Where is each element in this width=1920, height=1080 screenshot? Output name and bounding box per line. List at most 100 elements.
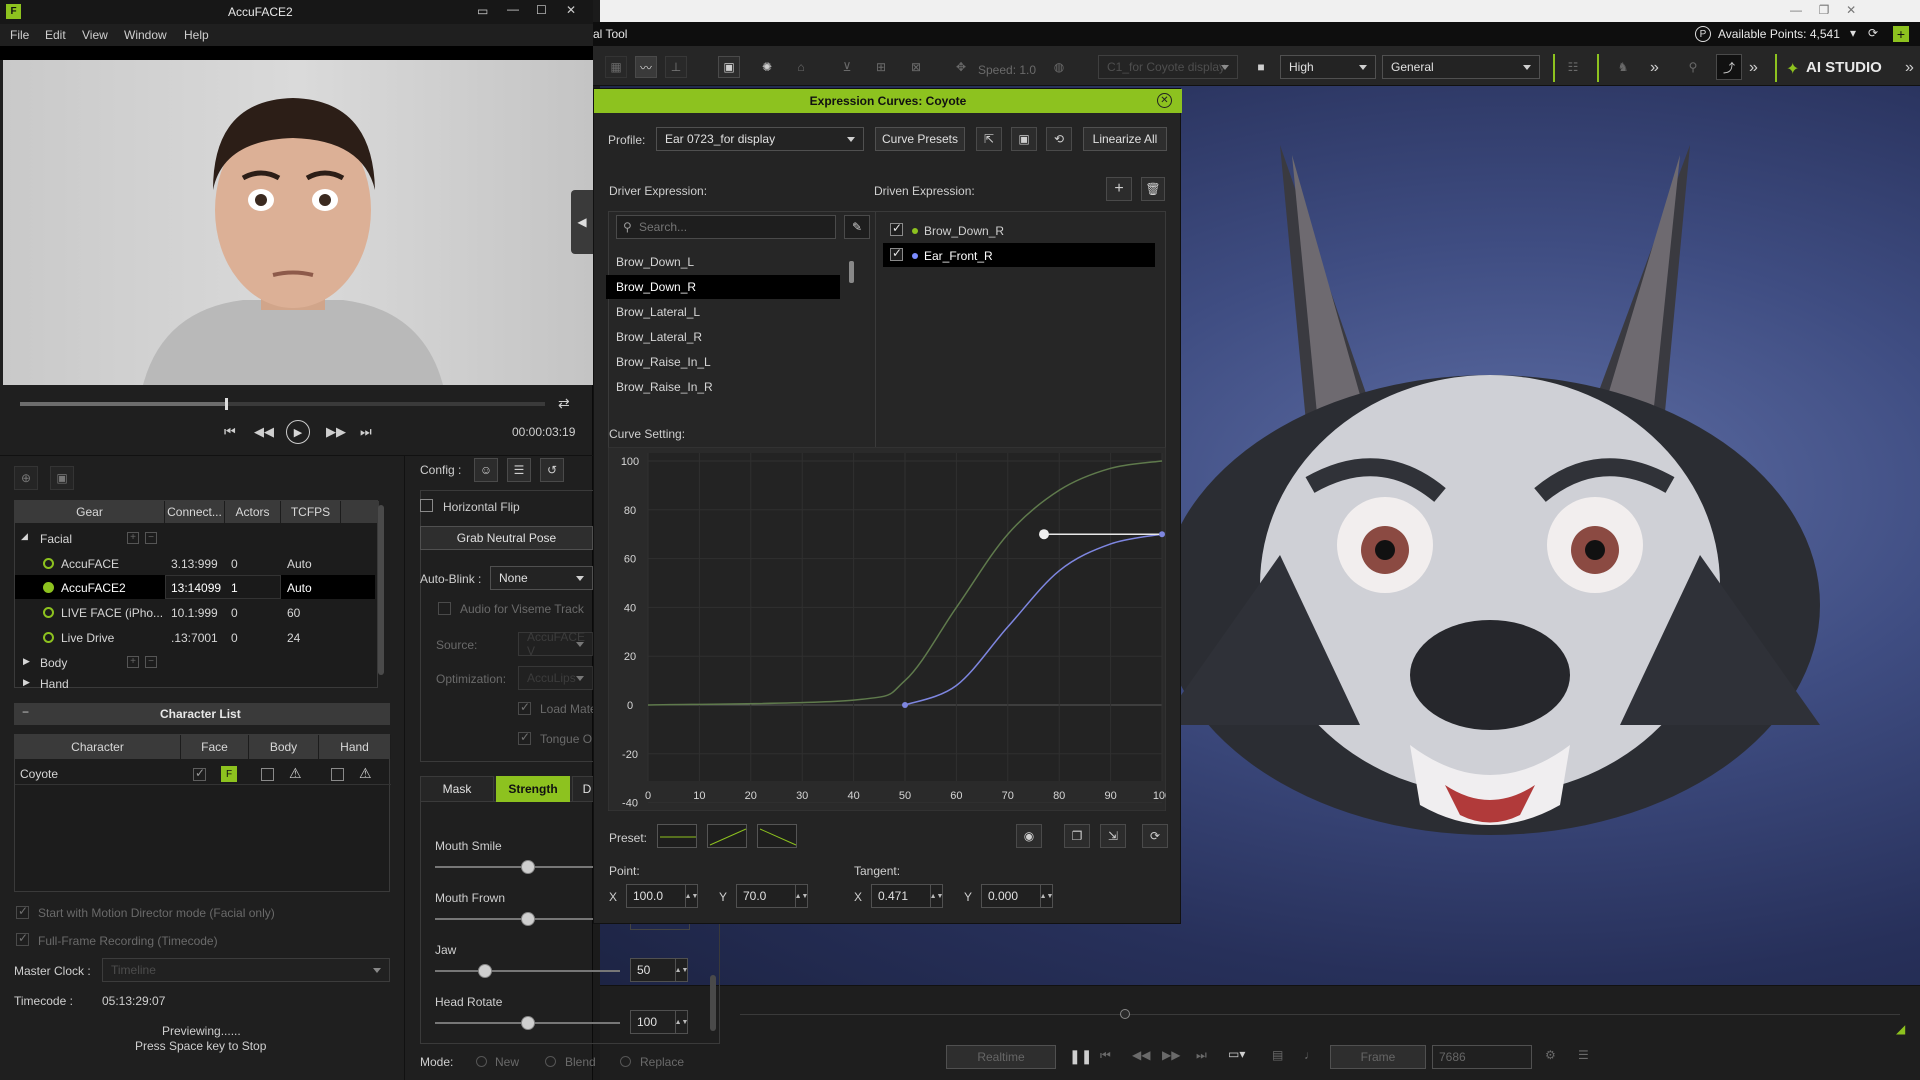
config-face-icon[interactable]: ☺ [474, 458, 498, 482]
point-x-field[interactable]: 100.0 ▲▼ [626, 884, 698, 908]
restore-icon[interactable]: ▭ [477, 4, 488, 18]
point-y-field[interactable]: 70.0 ▲▼ [736, 884, 808, 908]
rewind-icon[interactable]: ◀◀ [254, 424, 274, 440]
play-button[interactable]: ▶ [286, 420, 310, 444]
gear-connect[interactable]: 13:14099 [171, 581, 221, 595]
jaw-slider[interactable] [435, 964, 620, 978]
menu-file[interactable]: File [10, 28, 29, 42]
paste-icon[interactable]: ⇲ [1100, 824, 1126, 848]
search-input[interactable] [639, 218, 829, 236]
group-facial[interactable]: Facial [40, 532, 72, 546]
close-icon[interactable]: ✕ [566, 3, 576, 17]
source-dropdown[interactable]: AccuFACE V [518, 630, 593, 658]
list-icon[interactable]: ☰ [1578, 1048, 1589, 1062]
group-body[interactable]: Body [40, 656, 67, 670]
toolbar-icon-2[interactable]: 〰 [635, 56, 657, 78]
align-icon[interactable]: ⊻ [836, 56, 858, 78]
copy-icon[interactable]: ❐ [1064, 824, 1090, 848]
horizontal-flip-checkbox[interactable] [420, 499, 433, 512]
globe-icon[interactable]: ◍ [1048, 56, 1070, 78]
figure-icon[interactable]: ♞ [1612, 56, 1634, 78]
grid-icon[interactable]: ☷ [1562, 56, 1584, 78]
seek-bar[interactable] [20, 402, 545, 406]
skip-start-icon-left[interactable]: ⏮ [224, 424, 236, 440]
view-icon[interactable]: ◉ [1016, 824, 1042, 848]
jaw-value[interactable]: 50 ▲▼ [630, 958, 688, 982]
tool-icon[interactable]: ⚲ [1682, 56, 1704, 78]
more-icon[interactable]: » [1650, 59, 1659, 77]
slider-knob[interactable] [520, 912, 535, 926]
collapse-arrow-icon[interactable]: ◢ [21, 531, 28, 542]
list-item[interactable]: Brow_Raise_In_L [606, 350, 840, 374]
ai-studio-button[interactable]: AI STUDIO [1806, 59, 1882, 76]
driven-checkbox[interactable] [890, 221, 903, 236]
group-hand[interactable]: Hand [40, 677, 69, 691]
motion-director-checkbox[interactable] [16, 904, 29, 919]
tab-mask[interactable]: Mask [420, 776, 494, 802]
expand-arrow-icon[interactable]: ▶ [23, 656, 30, 667]
curve-chart[interactable]: 100806040200-20-40-60-80-100 01020304050… [608, 447, 1166, 811]
window-controls[interactable]: — ❐ ✕ [1790, 3, 1856, 17]
mouth-frown-slider[interactable] [435, 912, 593, 926]
col-hand[interactable]: Hand [319, 735, 391, 759]
master-clock-dropdown[interactable]: Timeline [102, 958, 390, 982]
frame-field[interactable]: 7686 [1432, 1045, 1532, 1069]
config-reset-icon[interactable]: ↺ [540, 458, 564, 482]
add-points-button[interactable]: + [1893, 26, 1909, 42]
preset-fall-button[interactable] [757, 824, 797, 848]
profile-select[interactable]: Ear 0723_for display [656, 127, 864, 151]
col-gear[interactable]: Gear [15, 501, 165, 523]
toolbar-icon-3[interactable]: ⊥ [665, 56, 687, 78]
load-icon[interactable]: ⇱ [976, 127, 1002, 151]
mode-blend-radio[interactable] [545, 1056, 556, 1067]
face-device-icon[interactable]: F [221, 766, 237, 782]
collapse-panel-handle[interactable]: ◀ [571, 190, 593, 254]
add-gear-icon[interactable]: ⊕ [14, 466, 38, 490]
expand-arrow-icon[interactable]: ▶ [23, 677, 30, 688]
mouth-smile-slider[interactable] [435, 860, 593, 874]
curve-presets-button[interactable]: Curve Presets [875, 127, 965, 151]
save-icon[interactable]: ▣ [1011, 127, 1037, 151]
camera-icon[interactable]: ■ [1250, 56, 1272, 78]
prev-frame-icon[interactable]: ◀◀ [1132, 1048, 1150, 1062]
skip-start-icon[interactable]: ⏮ [1100, 1048, 1111, 1063]
available-points[interactable]: Available Points: 4,541 [1718, 27, 1840, 41]
list-item[interactable]: Brow_Down_L [606, 250, 840, 274]
menu-help[interactable]: Help [184, 28, 209, 42]
remove-body-icon[interactable]: − [145, 656, 157, 668]
add-body-icon[interactable]: + [127, 656, 139, 668]
music-icon[interactable]: ♩ [1304, 1048, 1316, 1062]
driven-checkbox[interactable] [890, 246, 903, 261]
tangent-y-field[interactable]: 0.000 ▲▼ [981, 884, 1053, 908]
layout-icon[interactable]: ▣ [718, 56, 740, 78]
delete-driven-icon[interactable]: 🗑 [1141, 177, 1165, 201]
skip-end-icon-left[interactable]: ⏭ [360, 424, 372, 440]
slider-knob[interactable] [520, 1016, 535, 1030]
skip-end-icon[interactable]: ⏭ [1196, 1048, 1207, 1063]
audio-viseme-checkbox[interactable] [438, 602, 451, 615]
grab-neutral-button[interactable]: Grab Neutral Pose [420, 526, 593, 550]
tongue-checkbox[interactable] [518, 730, 531, 745]
load-mat-checkbox[interactable] [518, 700, 531, 715]
reset-icon[interactable]: ⟲ [1046, 127, 1072, 151]
hand-checkbox[interactable] [331, 768, 344, 781]
timeline-handle[interactable] [1120, 1009, 1130, 1019]
tangent-x-field[interactable]: 0.471 ▲▼ [871, 884, 943, 908]
more-icon-3[interactable]: » [1905, 59, 1914, 77]
col-body[interactable]: Body [249, 735, 319, 759]
search-box[interactable]: ⚲ [616, 215, 836, 239]
list-item[interactable]: Brow_Lateral_L [606, 300, 840, 324]
curve-point-selected[interactable] [1159, 531, 1165, 538]
minimize-icon[interactable]: — [507, 2, 519, 16]
profile-dropdown[interactable]: C1_for Coyote display [1098, 55, 1238, 79]
realtime-dropdown[interactable]: Realtime [946, 1045, 1056, 1069]
auto-blink-dropdown[interactable]: None [490, 566, 593, 590]
preset-flat-button[interactable] [657, 824, 697, 848]
col-character[interactable]: Character [15, 735, 181, 759]
slider-knob[interactable] [477, 964, 492, 978]
list-item[interactable]: Brow_Raise_In_R [606, 375, 840, 399]
preset-rise-button[interactable] [707, 824, 747, 848]
list-item[interactable]: Brow_Lateral_R [606, 325, 840, 349]
loop-icon[interactable]: ▭▾ [1228, 1047, 1245, 1061]
gear-scrollbar[interactable] [378, 505, 384, 675]
